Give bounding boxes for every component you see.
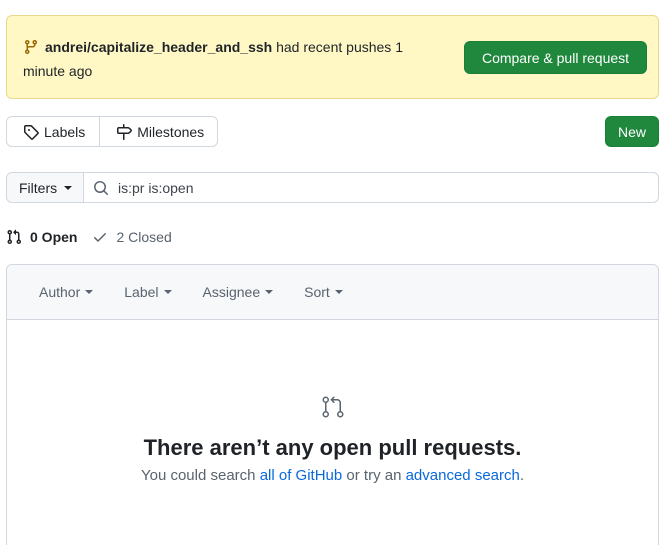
search-input[interactable] xyxy=(118,179,618,196)
branch-name: andrei/capitalize_header_and_ssh xyxy=(45,39,273,55)
labels-milestones-group: Labels Milestones xyxy=(6,116,218,147)
open-filter-link[interactable]: 0 Open xyxy=(6,229,77,245)
milestones-link[interactable]: Milestones xyxy=(99,117,218,146)
check-icon xyxy=(94,233,107,242)
sort-filter[interactable]: Sort xyxy=(304,284,343,300)
filters-label: Filters xyxy=(19,179,58,196)
state-toggles: 0 Open 2 Closed xyxy=(6,229,172,245)
desc-suffix: . xyxy=(519,467,525,484)
assignee-label: Assignee xyxy=(202,284,261,300)
sort-label: Sort xyxy=(304,284,330,300)
tag-icon xyxy=(24,124,39,140)
author-filter[interactable]: Author xyxy=(39,284,94,300)
advanced-search-link[interactable]: advanced search xyxy=(406,467,520,484)
desc-prefix: You could search xyxy=(140,467,260,484)
milestones-label: Milestones xyxy=(137,123,205,140)
label-filter[interactable]: Label xyxy=(124,284,172,300)
git-pull-request-icon xyxy=(322,396,343,418)
labels-link[interactable]: Labels xyxy=(7,117,99,146)
recent-push-banner: andrei/capitalize_header_and_ssh had rec… xyxy=(6,15,659,99)
author-label: Author xyxy=(39,284,81,300)
filters-dropdown[interactable]: Filters xyxy=(7,173,84,202)
blankslate: There aren’t any open pull requests. You… xyxy=(7,395,658,484)
search-icon xyxy=(94,180,109,195)
blankslate-description: You could search all of GitHub or try an… xyxy=(7,467,658,484)
git-branch-icon xyxy=(23,39,39,61)
chevron-down-icon xyxy=(265,290,274,294)
git-pull-request-icon xyxy=(7,229,22,245)
compare-pull-request-button[interactable]: Compare & pull request xyxy=(464,41,647,74)
list-header: Author Label Assignee Sort xyxy=(7,265,658,320)
search-wrapper xyxy=(84,173,658,202)
chevron-down-icon xyxy=(85,290,94,294)
desc-middle: or try an xyxy=(342,467,406,484)
chevron-down-icon xyxy=(64,185,73,190)
new-pull-request-button[interactable]: New xyxy=(605,116,659,147)
chevron-down-icon xyxy=(163,290,172,294)
milestone-icon xyxy=(117,123,133,140)
label-label: Label xyxy=(124,284,159,300)
all-of-github-link[interactable]: all of GitHub xyxy=(260,467,343,484)
filter-bar: Filters xyxy=(6,172,659,203)
banner-message: andrei/capitalize_header_and_ssh had rec… xyxy=(23,37,448,82)
closed-filter-link[interactable]: 2 Closed xyxy=(92,229,172,245)
closed-count: 2 Closed xyxy=(116,229,172,245)
labels-label: Labels xyxy=(44,123,86,140)
pull-request-list: Author Label Assignee Sort There aren’t … xyxy=(6,264,659,545)
open-count: 0 Open xyxy=(30,229,78,245)
assignee-filter[interactable]: Assignee xyxy=(203,284,274,300)
blankslate-title: There aren’t any open pull requests. xyxy=(143,435,522,460)
chevron-down-icon xyxy=(334,290,343,294)
